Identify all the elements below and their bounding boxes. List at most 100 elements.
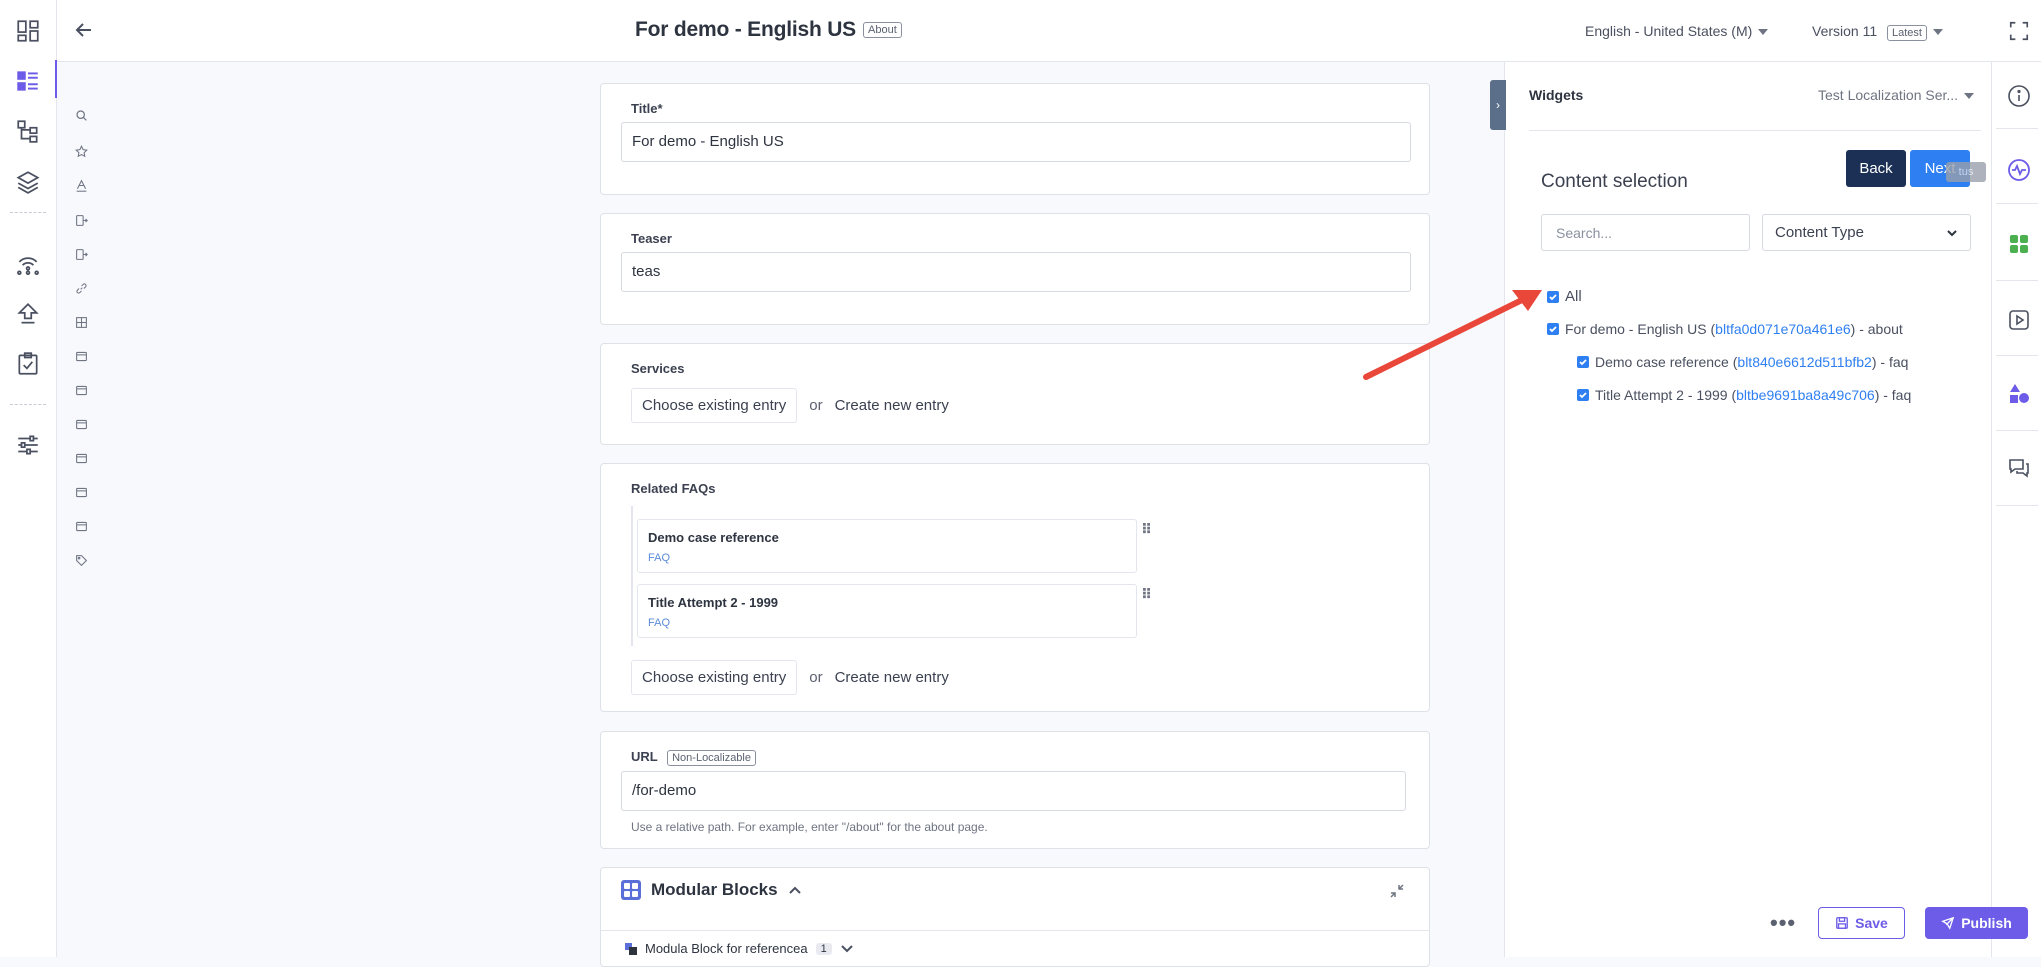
chevron-up-icon[interactable] [788, 883, 802, 897]
chevron-down-icon [1947, 229, 1957, 236]
star-icon[interactable] [74, 144, 88, 158]
tree-item-prefix: For demo - English US ( [1565, 321, 1716, 337]
checkbox-checked-icon[interactable] [1577, 356, 1589, 368]
teaser-input[interactable]: teas [621, 252, 1411, 292]
extensions-icon[interactable] [2007, 232, 2031, 256]
tasks-icon[interactable] [14, 350, 42, 378]
annotation-arrow-icon [1363, 290, 1542, 380]
modular-blocks-card: Modular Blocks Modula Block for referenc… [600, 867, 1430, 967]
url-input[interactable]: /for-demo [621, 771, 1406, 811]
group-field-icon[interactable] [74, 485, 88, 499]
active-nav-indicator [55, 60, 57, 98]
caret-down-icon [1932, 29, 1943, 36]
more-options-button[interactable]: ••• [1770, 910, 1796, 936]
rail-divider [10, 212, 46, 213]
preview-play-icon[interactable] [2007, 308, 2031, 332]
activity-icon[interactable] [2007, 158, 2031, 182]
search-icon[interactable] [74, 108, 88, 122]
collapse-panel-icon[interactable]: › [1490, 80, 1506, 130]
modular-block-row[interactable]: Modula Block for referencea 1 [625, 941, 854, 956]
entry-uid-link[interactable]: bltbe9691ba8a49c706 [1736, 387, 1875, 403]
modular-blocks-header[interactable]: Modular Blocks [621, 880, 802, 900]
create-new-entry-link[interactable]: Create new entry [835, 669, 949, 686]
faqs-entry-actions: Choose existing entry or Create new entr… [631, 660, 949, 695]
locale-label: English - United States (M) [1585, 23, 1753, 39]
select-all-row[interactable]: All [1547, 288, 1582, 305]
reference-item-type: FAQ [648, 617, 671, 629]
create-new-entry-link[interactable]: Create new entry [835, 397, 949, 414]
group-field-icon[interactable] [74, 451, 88, 465]
tree-item[interactable]: For demo - English US (bltfa0d071e70a461… [1547, 321, 1903, 337]
reference-field-icon[interactable] [74, 213, 88, 227]
group-field-icon[interactable] [74, 519, 88, 533]
rail-divider [10, 404, 46, 405]
group-field-icon[interactable] [74, 349, 88, 363]
modular-blocks-label: Modular Blocks [651, 880, 778, 899]
tag-icon[interactable] [74, 553, 88, 567]
title-input[interactable]: For demo - English US [621, 122, 1411, 162]
shapes-icon[interactable] [2007, 382, 2031, 406]
url-label-text: URL [631, 749, 658, 764]
reference-item[interactable]: Title Attempt 2 - 1999 FAQ [637, 584, 1137, 638]
choose-existing-entry-button[interactable]: Choose existing entry [631, 388, 798, 423]
services-field-label: Services [631, 361, 685, 376]
dashboard-icon[interactable] [14, 17, 42, 45]
url-field-card: URL Non-Localizable /for-demo Use a rela… [600, 731, 1430, 849]
comments-icon[interactable] [2007, 456, 2031, 480]
tree-item[interactable]: Title Attempt 2 - 1999 (bltbe9691ba8a49c… [1577, 387, 1911, 403]
link-icon[interactable] [74, 281, 88, 295]
widget-dropdown[interactable]: Test Localization Ser... [1818, 87, 1975, 103]
group-field-icon[interactable] [74, 383, 88, 397]
collapse-all-icon[interactable] [1389, 883, 1405, 899]
settings-sliders-icon[interactable] [14, 431, 42, 459]
services-field-card: Services Choose existing entry or Create… [600, 343, 1430, 445]
tools-divider [1996, 280, 2038, 281]
back-button[interactable]: Back [1846, 150, 1906, 187]
modular-blocks-icon[interactable] [74, 315, 88, 329]
checkbox-checked-icon[interactable] [1577, 389, 1589, 401]
text-field-icon[interactable] [74, 178, 88, 192]
entry-uid-link[interactable]: blt840e6612d511bfb2 [1737, 354, 1871, 370]
or-separator: or [809, 397, 823, 414]
reference-item[interactable]: Demo case reference FAQ [637, 519, 1137, 573]
url-help-text: Use a relative path. For example, enter … [631, 820, 988, 834]
related-faqs-field-card: Related FAQs Demo case reference FAQ ⠿ T… [600, 463, 1430, 712]
chevron-down-icon[interactable] [840, 942, 854, 956]
tree-item-prefix: Title Attempt 2 - 1999 ( [1595, 387, 1737, 403]
tools-divider [1996, 355, 2038, 356]
deployments-icon[interactable] [14, 249, 42, 277]
main-nav-rail [0, 0, 57, 957]
content-type-badge: About [863, 22, 902, 38]
back-arrow-icon[interactable] [72, 18, 96, 42]
reference-field-icon[interactable] [74, 247, 88, 261]
entries-icon[interactable] [14, 67, 42, 95]
fullscreen-icon[interactable] [2008, 20, 2030, 42]
tree-item-suffix: ) - faq [1871, 354, 1909, 370]
all-label: All [1565, 288, 1582, 305]
tree-item[interactable]: Demo case reference (blt840e6612d511bfb2… [1577, 354, 1908, 370]
reference-item-type: FAQ [648, 552, 671, 564]
publish-button[interactable]: Publish [1925, 907, 2028, 939]
content-models-icon[interactable] [14, 117, 42, 145]
choose-existing-entry-button[interactable]: Choose existing entry [631, 660, 798, 695]
assets-stack-icon[interactable] [14, 168, 42, 196]
publish-queue-icon[interactable] [14, 300, 42, 328]
tools-divider [1996, 128, 2038, 129]
content-type-label: Content Type [1775, 224, 1864, 241]
tools-divider [1996, 430, 2038, 431]
drag-handle-icon[interactable]: ⠿ [1141, 586, 1153, 602]
widgets-title: Widgets [1529, 87, 1584, 103]
group-field-icon[interactable] [74, 417, 88, 431]
right-tools-column [1991, 62, 2041, 957]
teaser-field-label: Teaser [631, 231, 672, 246]
save-icon [1836, 917, 1849, 929]
info-icon[interactable] [2007, 84, 2031, 108]
drag-handle-icon[interactable]: ⠿ [1141, 521, 1153, 537]
version-dropdown[interactable]: Version 11 Latest [1812, 23, 1943, 41]
content-type-select[interactable]: Content Type [1762, 214, 1971, 251]
widget-select-label: Test Localization Ser... [1818, 87, 1959, 103]
entry-uid-link[interactable]: bltfa0d071e70a461e6 [1715, 321, 1850, 337]
locale-dropdown[interactable]: English - United States (M) [1585, 23, 1769, 39]
search-input[interactable] [1541, 214, 1750, 251]
save-button[interactable]: Save [1818, 907, 1905, 939]
